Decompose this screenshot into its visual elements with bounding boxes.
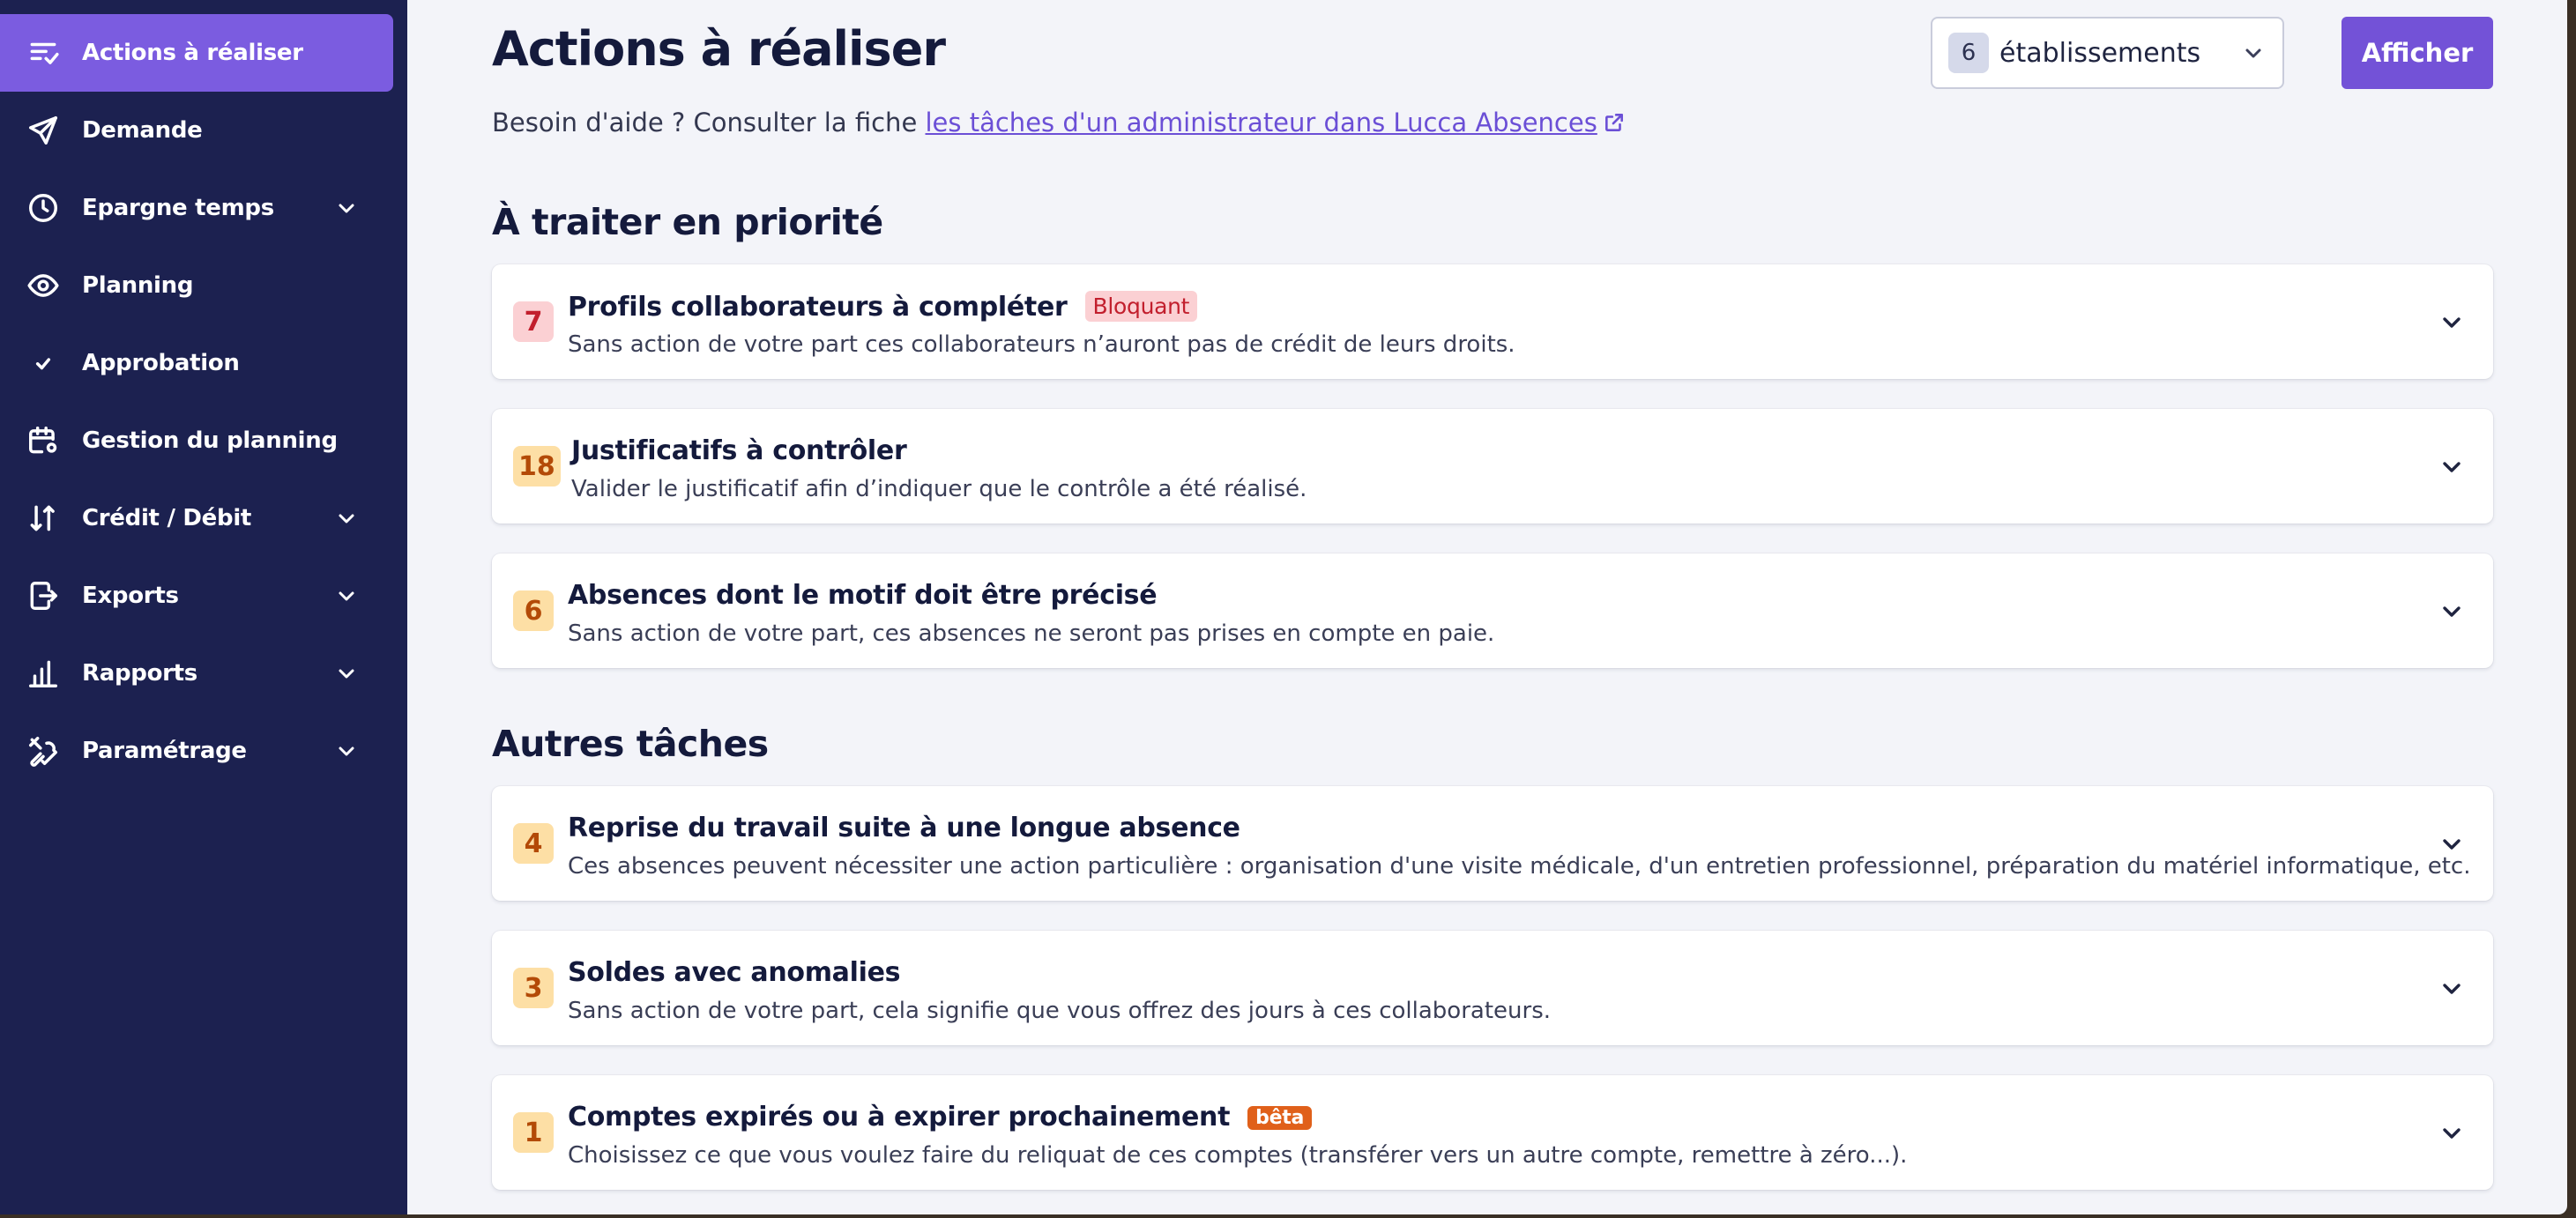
chevron-down-icon <box>337 742 356 760</box>
chevron-down-icon <box>2244 44 2263 62</box>
sidebar-item-demande[interactable]: Demande <box>0 92 407 169</box>
sidebar-item-label: Crédit / Débit <box>82 505 252 531</box>
task-title-text: Comptes expirés ou à expirer prochaineme… <box>568 1102 1231 1133</box>
sidebar-item-label: Paramétrage <box>82 738 247 764</box>
chevron-down-icon <box>2440 835 2463 854</box>
establishment-count-badge: 6 <box>1948 33 1989 73</box>
count-badge: 18 <box>513 446 561 486</box>
help-text: Besoin d'aide ? Consulter la fiche les t… <box>492 108 1626 137</box>
export-icon <box>26 579 60 613</box>
task-title: Soldes avec anomalies <box>568 957 900 988</box>
task-description: Choisissez ce que vous voulez faire du r… <box>568 1142 1908 1169</box>
send-icon <box>26 114 60 147</box>
chevron-down-icon <box>2440 457 2463 477</box>
count-badge: 1 <box>513 1112 554 1153</box>
task-card-justificatifs[interactable]: 18 Justificatifs à contrôler Valider le … <box>492 409 2493 524</box>
sidebar-item-label: Approbation <box>82 350 240 376</box>
sidebar-item-rapports[interactable]: Rapports <box>0 635 407 712</box>
task-title: Justificatifs à contrôler <box>571 435 907 466</box>
eye-icon <box>26 269 60 302</box>
help-prefix: Besoin d'aide ? Consulter la fiche <box>492 108 926 137</box>
task-title: Comptes expirés ou à expirer prochaineme… <box>568 1102 1312 1133</box>
sidebar-item-planning[interactable]: Planning <box>0 247 407 324</box>
tasks-icon <box>26 36 60 70</box>
main-content: Actions à réaliser 6 établissements Affi… <box>407 0 2567 1214</box>
help-link-label: les tâches d'un administrateur dans Lucc… <box>925 108 1597 137</box>
show-button[interactable]: Afficher <box>2341 17 2493 89</box>
app-window: Actions à réaliser Demande Epargne temps… <box>0 0 2567 1214</box>
page-title: Actions à réaliser <box>492 21 946 77</box>
sidebar-item-approbation[interactable]: Approbation <box>0 324 407 402</box>
task-title-text: Absences dont le motif doit être précisé <box>568 580 1158 611</box>
sidebar-item-label: Actions à réaliser <box>82 40 303 66</box>
sidebar-item-label: Demande <box>82 117 203 144</box>
task-title-text: Reprise du travail suite à une longue ab… <box>568 813 1240 843</box>
bar-chart-icon <box>26 657 60 690</box>
sidebar-item-gestion-planning[interactable]: Gestion du planning <box>0 402 407 479</box>
task-title-text: Soldes avec anomalies <box>568 957 901 988</box>
blocking-tag: Bloquant <box>1084 291 1198 322</box>
count-badge: 4 <box>513 823 554 864</box>
sidebar-item-exports[interactable]: Exports <box>0 557 407 635</box>
beta-tag: bêta <box>1247 1106 1312 1130</box>
chevron-down-icon <box>337 509 356 527</box>
task-description: Valider le justificatif afin d’indiquer … <box>571 476 1307 502</box>
task-card-soldes[interactable]: 3 Soldes avec anomalies Sans action de v… <box>492 931 2493 1045</box>
sidebar-item-label: Exports <box>82 583 179 609</box>
count-badge: 3 <box>513 968 554 1008</box>
sidebar-item-label: Epargne temps <box>82 195 274 221</box>
calendar-settings-icon <box>26 424 60 457</box>
task-card-absences-motif[interactable]: 6 Absences dont le motif doit être préci… <box>492 553 2493 668</box>
sidebar-item-epargne-temps[interactable]: Epargne temps <box>0 169 407 247</box>
count-badge: 7 <box>513 301 554 342</box>
sidebar-item-actions[interactable]: Actions à réaliser <box>0 14 393 92</box>
task-card-profils[interactable]: 7 Profils collaborateurs à compléter Bloq… <box>492 264 2493 379</box>
task-title: Reprise du travail suite à une longue ab… <box>568 813 1240 843</box>
task-description: Sans action de votre part ces collaborat… <box>568 331 1515 358</box>
sidebar-item-label: Gestion du planning <box>82 427 338 454</box>
chevron-down-icon <box>2440 1124 2463 1143</box>
task-description: Sans action de votre part, ces absences … <box>568 620 1495 647</box>
chevron-down-icon <box>337 199 356 217</box>
task-title: Profils collaborateurs à compléter Bloqua… <box>568 291 1198 323</box>
chevron-down-icon <box>2440 979 2463 999</box>
task-title: Absences dont le motif doit être précisé <box>568 580 1158 611</box>
sidebar-item-parametrage[interactable]: Paramétrage <box>0 712 407 790</box>
task-description: Ces absences peuvent nécessiter une acti… <box>568 853 2471 880</box>
sidebar-item-label: Rapports <box>82 660 197 687</box>
count-badge: 6 <box>513 590 554 631</box>
chevron-down-icon <box>2440 313 2463 332</box>
task-card-reprise[interactable]: 4 Reprise du travail suite à une longue … <box>492 786 2493 901</box>
sidebar-item-label: Planning <box>82 272 194 299</box>
establishment-select-label: établissements <box>1999 37 2201 69</box>
help-link[interactable]: les tâches d'un administrateur dans Lucc… <box>926 108 1626 137</box>
task-card-comptes-expires[interactable]: 1 Comptes expirés ou à expirer prochaine… <box>492 1075 2493 1190</box>
external-link-icon <box>1604 114 1623 131</box>
section-title-others: Autres tâches <box>492 723 769 765</box>
task-title-text: Profils collaborateurs à compléter <box>568 292 1068 323</box>
chevron-down-icon <box>337 587 356 605</box>
tools-icon <box>26 734 60 768</box>
chevron-down-icon <box>2440 602 2463 621</box>
chevron-down-icon <box>337 665 356 682</box>
sidebar-item-credit-debit[interactable]: Crédit / Débit <box>0 479 407 557</box>
sidebar: Actions à réaliser Demande Epargne temps… <box>0 0 407 1214</box>
task-description: Sans action de votre part, cela signifie… <box>568 998 1552 1024</box>
establishment-select[interactable]: 6 établissements <box>1931 17 2284 89</box>
sort-arrows-icon <box>26 501 60 535</box>
task-title-text: Justificatifs à contrôler <box>571 435 907 466</box>
section-title-priority: À traiter en priorité <box>492 201 883 243</box>
clock-icon <box>26 191 60 225</box>
check-icon <box>26 346 60 380</box>
